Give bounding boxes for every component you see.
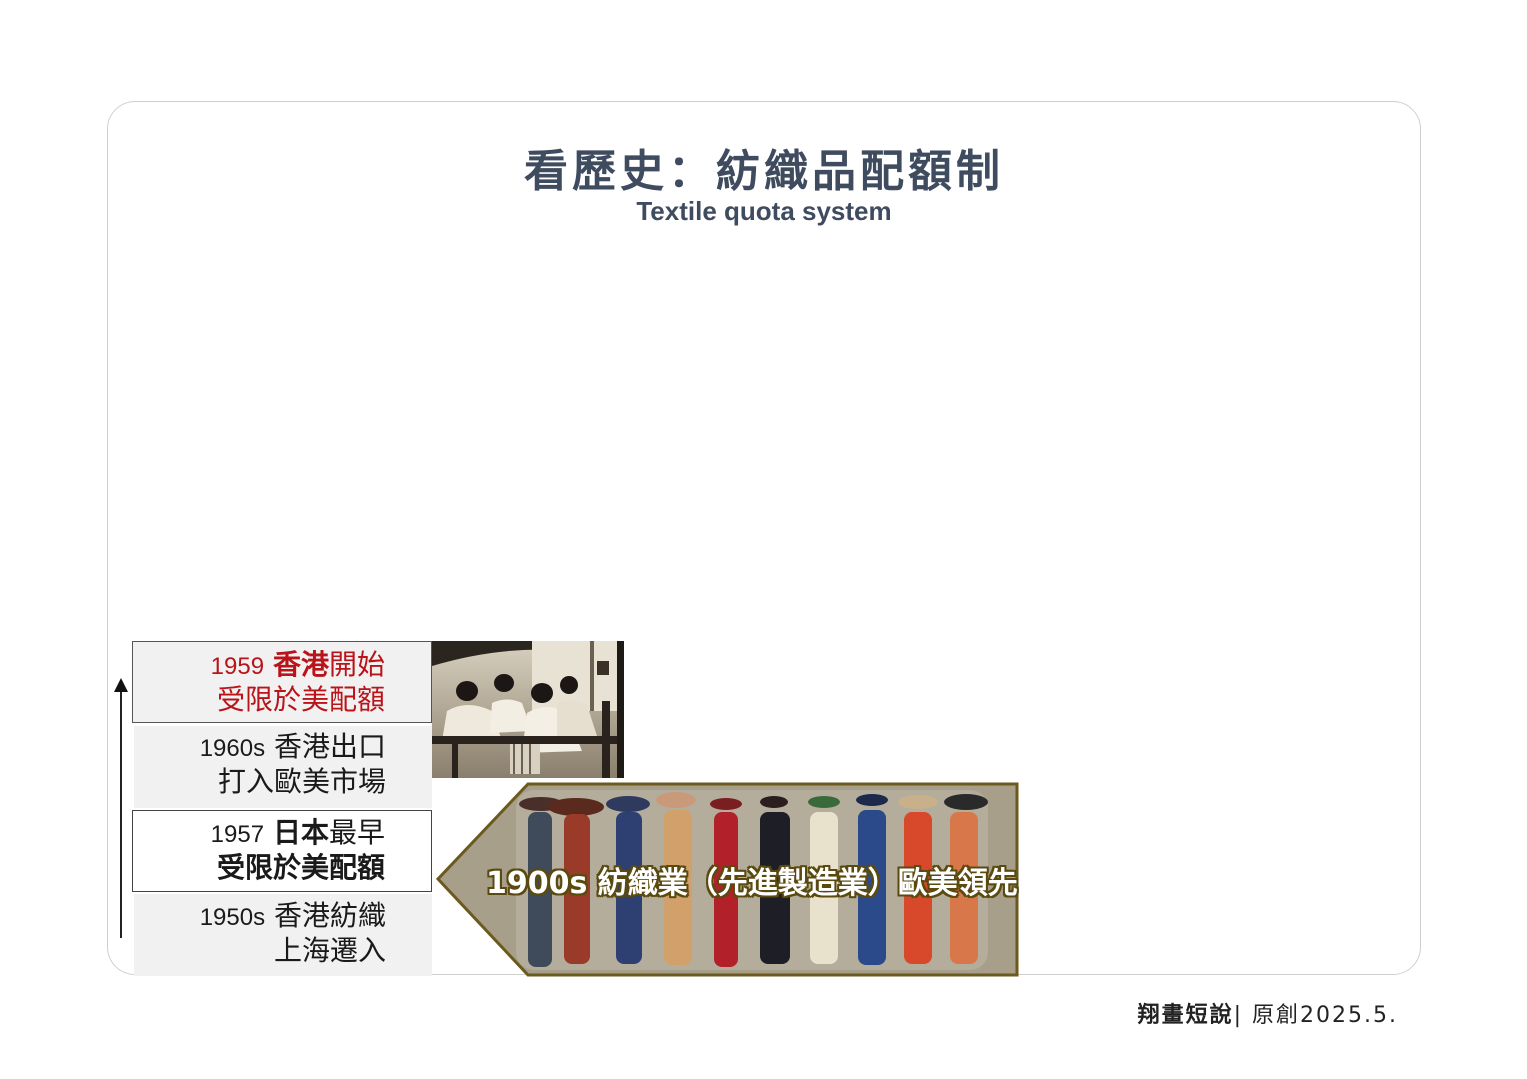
timeline-axis xyxy=(120,690,122,938)
timeline-text: 最早 xyxy=(328,816,385,849)
page-subtitle: Textile quota system xyxy=(636,196,892,226)
timeline-text: 上海遷入 xyxy=(273,934,386,967)
page-title: 看歷史：紡織品配額制 xyxy=(524,146,1004,197)
factory-workers-photo xyxy=(432,641,624,778)
timeline-item-1950s: 1950s 香港紡織 上海遷入 xyxy=(134,894,432,976)
timeline-text: 香港紡織 xyxy=(273,899,386,932)
timeline-item-1960s: 1960s 香港出口 打入歐美市場 xyxy=(134,726,432,808)
timeline-text: 受限於美配額 xyxy=(216,683,385,716)
timeline-text: 開始 xyxy=(328,648,385,681)
timeline-year: 1959 xyxy=(210,653,265,680)
timeline-year: 1960s xyxy=(199,735,266,762)
footer-brand: 翔畫短說 xyxy=(1137,1003,1234,1028)
timeline-item-1959: 1959 香港開始 受限於美配額 xyxy=(132,641,432,723)
timeline-year: 1957 xyxy=(210,821,265,848)
timeline-item-1957: 1957 日本最早 受限於美配額 xyxy=(132,810,432,892)
banner-caption: 1900s 紡織業（先進製造業）歐美領先 xyxy=(486,866,1018,901)
timeline-highlight: 香港 xyxy=(272,648,329,681)
timeline-text: 受限於美配額 xyxy=(216,851,385,884)
footer-date: 原創2025.5. xyxy=(1252,1003,1398,1028)
timeline-text: 香港出口 xyxy=(273,730,386,763)
timeline-arrow-up-icon xyxy=(114,678,128,692)
timeline-text: 打入歐美市場 xyxy=(217,765,386,798)
timeline-highlight: 日本 xyxy=(272,816,329,849)
footer-separator: | xyxy=(1233,1003,1244,1028)
footer-credit: 翔畫短說| 原創2025.5. xyxy=(1138,997,1398,1029)
timeline-year: 1950s xyxy=(199,904,266,931)
